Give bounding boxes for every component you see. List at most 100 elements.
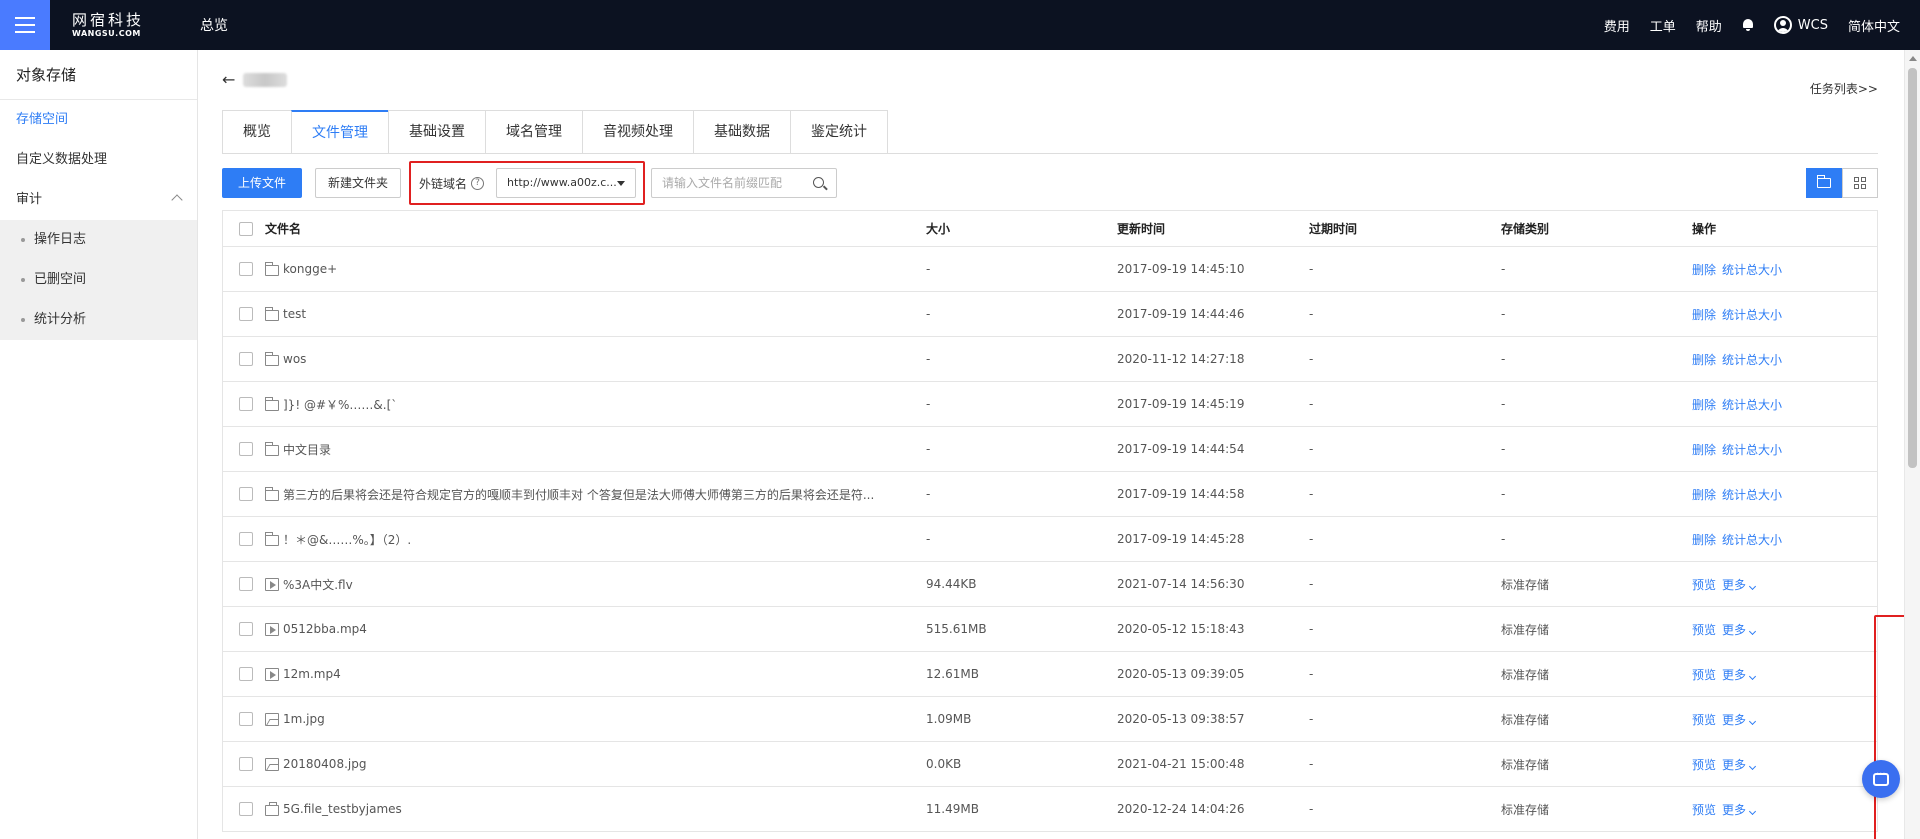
upload-button[interactable]: 上传文件 — [222, 168, 303, 198]
file-name[interactable]: ！＊@&……%。】（2）. — [283, 531, 411, 548]
language-switch[interactable]: 简体中文 — [1848, 16, 1900, 35]
row-checkbox[interactable] — [239, 442, 253, 456]
preview-link[interactable]: 预览 — [1692, 621, 1716, 638]
more-dropdown[interactable]: 更多 — [1722, 621, 1757, 638]
file-name[interactable]: wos — [283, 352, 306, 366]
delete-link[interactable]: 删除 — [1692, 351, 1716, 368]
row-checkbox[interactable] — [239, 352, 253, 366]
table-row[interactable]: 第三方的后果将会还是符合规定官方的嘎顺丰到付顺丰对 个答复但是法大师傅大师傅第三… — [223, 472, 1877, 517]
row-checkbox[interactable] — [239, 712, 253, 726]
row-checkbox[interactable] — [239, 757, 253, 771]
more-dropdown[interactable]: 更多 — [1722, 756, 1757, 773]
table-row[interactable]: 0512bba.mp4 515.61MB 2020-05-12 15:18:43 - 标… — [223, 607, 1877, 652]
table-row[interactable]: ]}! @#￥%……&.[` - 2017-09-19 14:45:19 - - 删除 统计… — [223, 382, 1877, 427]
delete-link[interactable]: 删除 — [1692, 531, 1716, 548]
page-scrollbar[interactable] — [1904, 50, 1920, 839]
total-size-link[interactable]: 统计总大小 — [1722, 486, 1782, 503]
row-checkbox[interactable] — [239, 262, 253, 276]
more-dropdown[interactable]: 更多 — [1722, 666, 1757, 683]
sidebar-item-statistics[interactable]: 统计分析 — [0, 300, 197, 340]
domain-select[interactable]: http://www.a00z.c... — [496, 168, 637, 198]
total-size-link[interactable]: 统计总大小 — [1722, 531, 1782, 548]
preview-link[interactable]: 预览 — [1692, 576, 1716, 593]
new-folder-button[interactable]: 新建文件夹 — [315, 168, 402, 198]
tab-appraisal-stats[interactable]: 鉴定统计 — [790, 110, 888, 154]
menu-button[interactable] — [0, 0, 50, 50]
preview-link[interactable]: 预览 — [1692, 711, 1716, 728]
more-dropdown[interactable]: 更多 — [1722, 711, 1757, 728]
row-checkbox[interactable] — [239, 577, 253, 591]
total-size-link[interactable]: 统计总大小 — [1722, 441, 1782, 458]
file-name[interactable]: 0512bba.mp4 — [283, 622, 367, 636]
total-size-link[interactable]: 统计总大小 — [1722, 261, 1782, 278]
table-row[interactable]: test - 2017-09-19 14:44:46 - - 删除 统计总大小 — [223, 292, 1877, 337]
tab-basic-data[interactable]: 基础数据 — [693, 110, 790, 154]
file-name[interactable]: 第三方的后果将会还是符合规定官方的嘎顺丰到付顺丰对 个答复但是法大师傅大师傅第三… — [283, 486, 874, 503]
preview-link[interactable]: 预览 — [1692, 801, 1716, 818]
file-name[interactable]: 5G.file_testbyjames — [283, 802, 402, 816]
link-billing[interactable]: 费用 — [1604, 16, 1630, 35]
delete-link[interactable]: 删除 — [1692, 396, 1716, 413]
chat-button[interactable] — [1862, 760, 1900, 798]
task-list-link[interactable]: 任务列表>> — [1810, 80, 1878, 97]
total-size-link[interactable]: 统计总大小 — [1722, 351, 1782, 368]
row-checkbox[interactable] — [239, 307, 253, 321]
sidebar-item-operation-log[interactable]: 操作日志 — [0, 220, 197, 260]
bell-icon[interactable] — [1742, 19, 1754, 31]
tab-file-management[interactable]: 文件管理 — [291, 110, 388, 154]
file-name[interactable]: 20180408.jpg — [283, 757, 366, 771]
preview-link[interactable]: 预览 — [1692, 756, 1716, 773]
delete-link[interactable]: 删除 — [1692, 306, 1716, 323]
link-help[interactable]: 帮助 — [1696, 16, 1722, 35]
file-name[interactable]: %3A中文.flv — [283, 576, 353, 593]
table-row[interactable]: 12m.mp4 12.61MB 2020-05-13 09:39:05 - 标准存储 预览… — [223, 652, 1877, 697]
table-row[interactable]: ！＊@&……%。】（2）. - 2017-09-19 14:45:28 - - 删除 统计总… — [223, 517, 1877, 562]
delete-link[interactable]: 删除 — [1692, 486, 1716, 503]
grid-view-button[interactable] — [1842, 168, 1878, 198]
file-name[interactable]: 1m.jpg — [283, 712, 325, 726]
table-row[interactable]: wos - 2020-11-12 14:27:18 - - 删除 统计总大小 — [223, 337, 1877, 382]
select-all-checkbox[interactable] — [239, 221, 253, 236]
search-icon[interactable] — [813, 177, 825, 188]
tab-media-processing[interactable]: 音视频处理 — [582, 110, 693, 154]
more-dropdown[interactable]: 更多 — [1722, 801, 1757, 818]
list-view-button[interactable] — [1806, 168, 1842, 198]
total-size-link[interactable]: 统计总大小 — [1722, 396, 1782, 413]
more-dropdown[interactable]: 更多 — [1722, 576, 1757, 593]
user-menu[interactable]: WCS — [1773, 16, 1828, 34]
tab-domain-management[interactable]: 域名管理 — [485, 110, 582, 154]
sidebar-item-deleted-buckets[interactable]: 已删空间 — [0, 260, 197, 300]
preview-link[interactable]: 预览 — [1692, 666, 1716, 683]
row-checkbox[interactable] — [239, 667, 253, 681]
file-name[interactable]: 12m.mp4 — [283, 667, 341, 681]
delete-link[interactable]: 删除 — [1692, 261, 1716, 278]
table-row[interactable]: 5G.file_testbyjames 11.49MB 2020-12-24 14:… — [223, 787, 1877, 832]
table-row[interactable]: kongge+ - 2017-09-19 14:45:10 - - 删除 统计总大小 — [223, 247, 1877, 292]
scroll-up-arrow-icon[interactable] — [1909, 56, 1917, 61]
file-name[interactable]: kongge+ — [283, 262, 337, 276]
table-row[interactable]: 20180408.jpg 0.0KB 2021-04-21 15:00:48 - 标准存… — [223, 742, 1877, 787]
table-row[interactable]: 中文目录 - 2017-09-19 14:44:54 - - 删除 统计总大小 — [223, 427, 1877, 472]
scroll-thumb[interactable] — [1908, 68, 1917, 468]
total-size-link[interactable]: 统计总大小 — [1722, 306, 1782, 323]
row-checkbox[interactable] — [239, 622, 253, 636]
file-name[interactable]: ]}! @#￥%……&.[` — [283, 396, 397, 413]
help-icon[interactable]: ? — [471, 176, 485, 190]
row-checkbox[interactable] — [239, 397, 253, 411]
sidebar-item-custom-processing[interactable]: 自定义数据处理 — [0, 140, 197, 180]
row-checkbox[interactable] — [239, 532, 253, 546]
table-row[interactable]: %3A中文.flv 94.44KB 2021-07-14 14:56:30 - 标准存储… — [223, 562, 1877, 607]
logo[interactable]: 网宿科技 WANGSU.COM — [72, 12, 162, 38]
table-row[interactable]: 1m.jpg 1.09MB 2020-05-13 09:38:57 - 标准存储 预览 更多 — [223, 697, 1877, 742]
link-tickets[interactable]: 工单 — [1650, 16, 1676, 35]
sidebar-item-audit[interactable]: 审计 — [0, 180, 197, 220]
search-input[interactable] — [662, 169, 813, 197]
file-name[interactable]: test — [283, 307, 306, 321]
nav-overview[interactable]: 总览 — [200, 15, 228, 35]
tab-basic-settings[interactable]: 基础设置 — [388, 110, 485, 154]
file-name[interactable]: 中文目录 — [283, 441, 331, 458]
back-arrow-icon[interactable]: ← — [222, 70, 235, 89]
sidebar-item-buckets[interactable]: 存储空间 — [0, 100, 197, 140]
row-checkbox[interactable] — [239, 487, 253, 501]
row-checkbox[interactable] — [239, 802, 253, 816]
